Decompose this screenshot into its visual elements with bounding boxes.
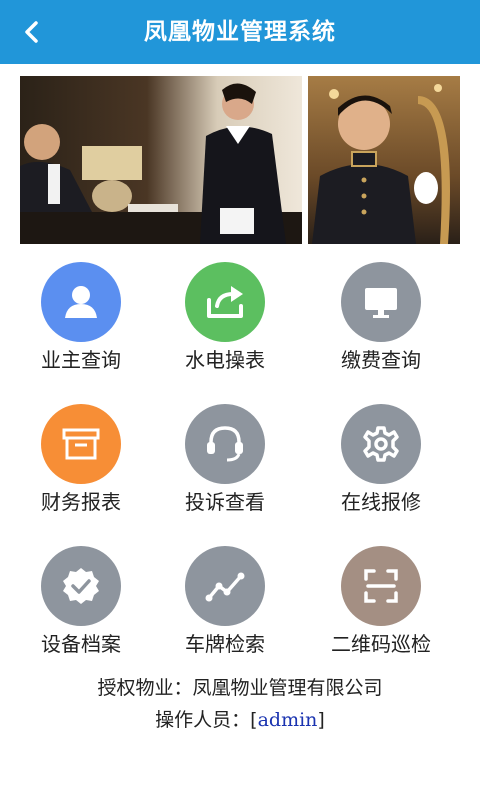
tile-icon-bg (341, 404, 421, 484)
person-icon (65, 286, 97, 318)
banner-photo-reception (20, 76, 302, 244)
gear-icon (363, 426, 399, 462)
tile-icon-bg (341, 262, 421, 342)
footer-info: 授权物业：凤凰物业管理有限公司 操作人员：[admin] (0, 672, 480, 736)
menu-tile-plate-search[interactable]: 车牌检索 (150, 546, 300, 666)
operator-bracket-open: [ (250, 709, 258, 731)
company-prefix: 授权物业： (97, 677, 193, 699)
tile-icon-bg (185, 262, 265, 342)
operator-name: admin (257, 709, 318, 731)
banner-photo-doorman (308, 76, 460, 244)
scan-frame-icon (364, 569, 398, 603)
menu-label: 缴费查询 (341, 348, 421, 372)
company-line: 授权物业：凤凰物业管理有限公司 (0, 672, 480, 704)
menu-tile-equipment-archive[interactable]: 设备档案 (6, 546, 156, 666)
monitor-icon (365, 288, 397, 318)
menu-label: 二维码巡检 (331, 632, 431, 656)
operator-line: 操作人员：[admin] (0, 704, 480, 736)
menu-label: 设备档案 (41, 632, 121, 656)
page-title: 凤凰物业管理系统 (144, 19, 336, 45)
archive-box-icon (62, 428, 100, 460)
menu-label: 投诉查看 (185, 490, 265, 514)
menu-tile-finance-report[interactable]: 财务报表 (6, 404, 156, 524)
tile-icon-bg (185, 404, 265, 484)
tile-icon-bg (41, 262, 121, 342)
check-badge-icon (63, 568, 99, 604)
tile-icon-bg (185, 546, 265, 626)
headset-icon (207, 426, 243, 462)
operator-prefix: 操作人员： (155, 709, 251, 731)
operator-bracket-close: ] (317, 709, 325, 731)
top-bar: 凤凰物业管理系统 (0, 0, 480, 64)
tile-icon-bg (41, 546, 121, 626)
menu-tile-payment-query[interactable]: 缴费查询 (306, 262, 456, 382)
menu-tile-utility-reading[interactable]: 水电操表 (150, 262, 300, 382)
menu-tile-complaint-view[interactable]: 投诉查看 (150, 404, 300, 524)
menu-label: 财务报表 (41, 490, 121, 514)
menu-label: 业主查询 (41, 348, 121, 372)
tile-icon-bg (341, 546, 421, 626)
menu-label: 在线报修 (341, 490, 421, 514)
menu-label: 水电操表 (185, 348, 265, 372)
menu-tile-online-repair[interactable]: 在线报修 (306, 404, 456, 524)
tile-icon-bg (41, 404, 121, 484)
trend-line-icon (205, 572, 245, 602)
menu-label: 车牌检索 (185, 632, 265, 656)
company-name: 凤凰物业管理有限公司 (192, 677, 383, 699)
share-icon (207, 286, 243, 318)
menu-tile-qrcode-patrol[interactable]: 二维码巡检 (306, 546, 456, 666)
menu-tile-owner-query[interactable]: 业主查询 (6, 262, 156, 382)
